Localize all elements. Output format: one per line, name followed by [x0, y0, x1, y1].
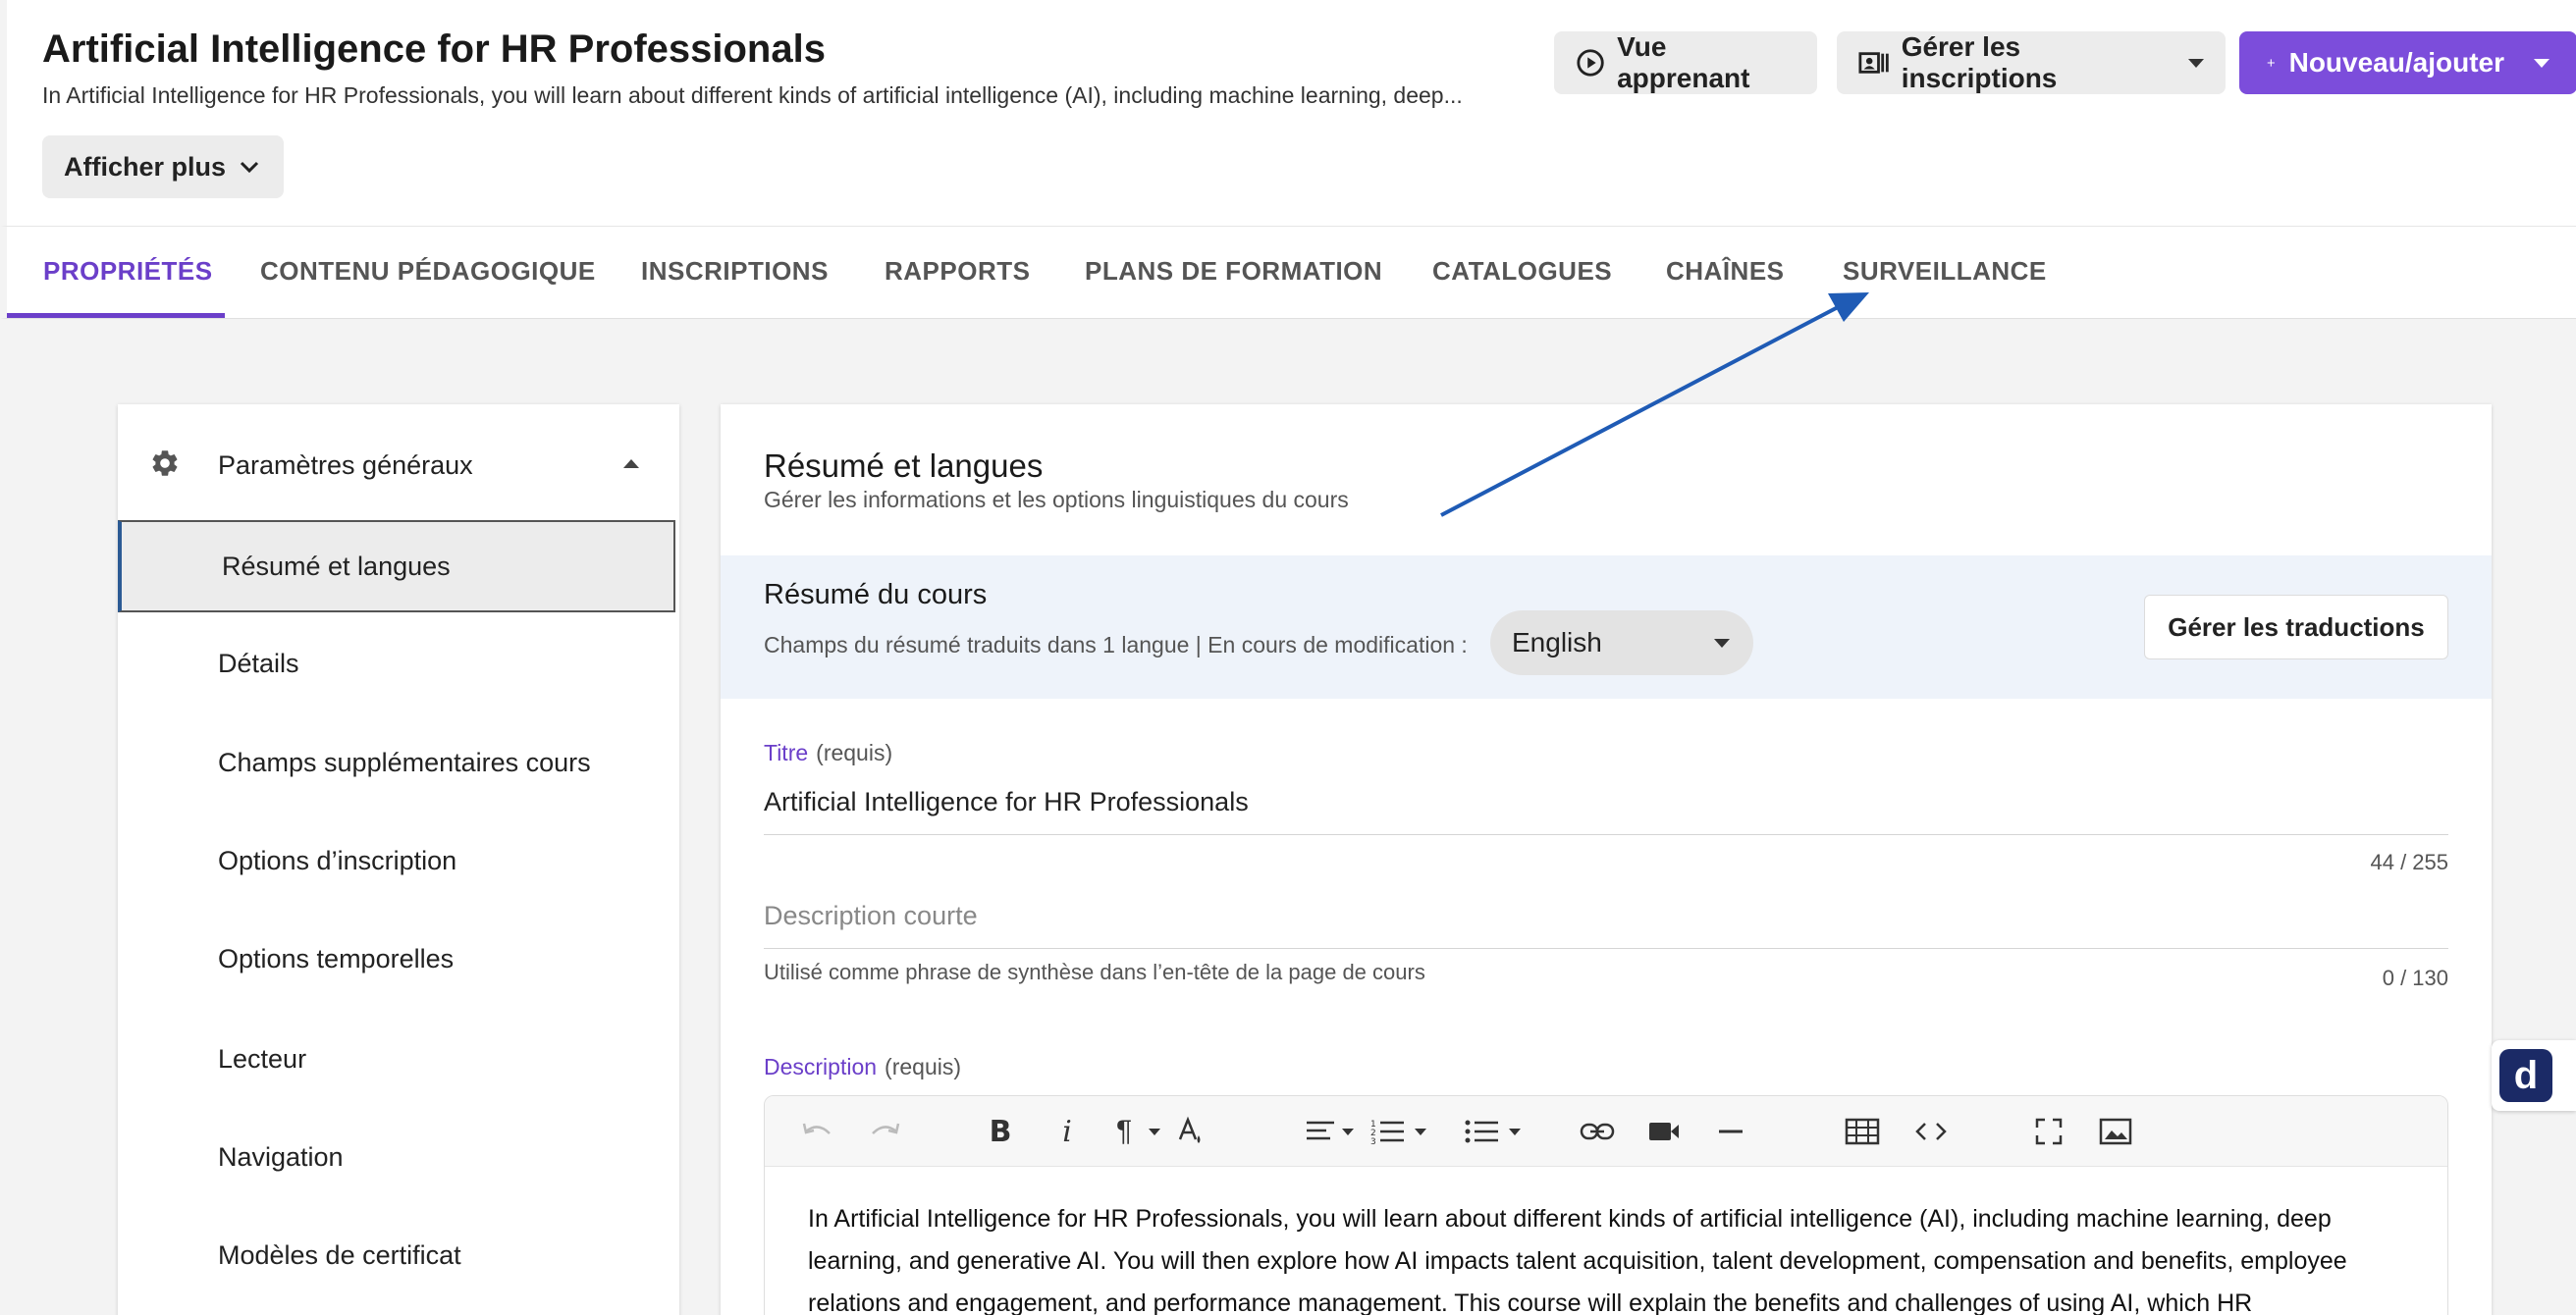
widget-logo[interactable]: d	[2499, 1049, 2552, 1102]
learner-view-label: Vue apprenant	[1617, 31, 1750, 93]
description-editor-content[interactable]: In Artificial Intelligence for HR Profes…	[808, 1198, 2418, 1315]
horizontal-rule-icon[interactable]	[1713, 1114, 1748, 1149]
new-add-button[interactable]: Nouveau/ajouter	[2239, 31, 2576, 94]
bold-icon[interactable]: B	[983, 1114, 1018, 1149]
sidebar-item-player[interactable]: Lecteur	[118, 1013, 679, 1105]
tab-learning-plans[interactable]: PLANS DE FORMATION	[1085, 256, 1382, 287]
sidebar-item-certificate-templates[interactable]: Modèles de certificat	[118, 1209, 679, 1301]
title-char-counter: 44 / 255	[2370, 850, 2448, 874]
title-input-underline	[764, 834, 2448, 835]
sidebar-item-time-options[interactable]: Options temporelles	[118, 913, 679, 1005]
gear-icon	[152, 450, 178, 476]
enrollment-icon	[1858, 52, 1889, 74]
summary-languages-panel: Résumé et langues Gérer les informations…	[721, 404, 2492, 1315]
chevron-down-icon	[240, 161, 259, 174]
learner-view-button[interactable]: Vue apprenant	[1554, 31, 1817, 94]
title-input[interactable]: Artificial Intelligence for HR Professio…	[764, 787, 1249, 817]
manage-translations-button[interactable]: Gérer les traductions	[2144, 595, 2448, 659]
tab-enrollments[interactable]: INSCRIPTIONS	[641, 256, 829, 287]
title-label-text: Titre	[764, 740, 809, 765]
sidebar-item-navigation[interactable]: Navigation	[118, 1111, 679, 1203]
language-select[interactable]: English	[1490, 610, 1753, 675]
description-label-text: Description	[764, 1054, 878, 1079]
general-settings-label: Paramètres généraux	[218, 450, 473, 480]
chevron-down-icon	[2534, 58, 2549, 68]
italic-icon[interactable]: i	[1049, 1114, 1085, 1149]
more-options-icon[interactable]: ⋮	[2566, 1058, 2576, 1092]
new-add-label: Nouveau/ajouter	[2288, 47, 2504, 78]
paragraph-icon[interactable]: ¶	[1106, 1114, 1142, 1149]
page-subtitle: In Artificial Intelligence for HR Profes…	[42, 82, 1463, 108]
plus-icon	[2267, 59, 2275, 67]
tab-properties[interactable]: PROPRIÉTÉS	[43, 256, 213, 287]
language-select-value: English	[1512, 627, 1602, 658]
tab-reports[interactable]: RAPPORTS	[885, 256, 1030, 287]
settings-sidebar: Paramètres généraux Résumé et langues Dé…	[118, 404, 679, 1315]
link-icon[interactable]	[1580, 1114, 1615, 1149]
tab-channels[interactable]: CHAÎNES	[1666, 256, 1785, 287]
editor-toolbar: B i ¶ 123	[765, 1096, 2447, 1167]
video-icon[interactable]	[1646, 1114, 1682, 1149]
chevron-down-icon	[1714, 639, 1730, 648]
chevron-down-icon	[1509, 1129, 1521, 1135]
sidebar-item-details[interactable]: Détails	[118, 617, 679, 710]
chevron-down-icon	[1149, 1129, 1160, 1135]
undo-icon[interactable]	[800, 1114, 835, 1149]
ordered-list-icon[interactable]: 123	[1369, 1114, 1405, 1149]
show-more-button[interactable]: Afficher plus	[42, 135, 284, 198]
table-icon[interactable]	[1845, 1114, 1880, 1149]
course-header: Artificial Intelligence for HR Professio…	[0, 0, 2576, 226]
required-marker: (requis)	[885, 1054, 962, 1079]
section-subtitle: Gérer les informations et les options li…	[764, 487, 1349, 512]
required-marker: (requis)	[816, 740, 893, 765]
course-summary-title: Résumé du cours	[764, 579, 988, 610]
general-settings-header[interactable]: Paramètres généraux	[118, 404, 679, 522]
fullscreen-icon[interactable]	[2031, 1114, 2066, 1149]
svg-text:3: 3	[1370, 1137, 1376, 1145]
tab-bar: PROPRIÉTÉS CONTENU PÉDAGOGIQUE INSCRIPTI…	[0, 226, 2576, 319]
sidebar-item-summary-languages[interactable]: Résumé et langues	[118, 520, 675, 612]
translation-status-text: Champs du résumé traduits dans 1 langue …	[764, 632, 1468, 658]
course-summary-band: Résumé du cours Champs du résumé traduit…	[721, 555, 2492, 699]
description-field-label: Description (requis)	[764, 1054, 961, 1080]
chevron-down-icon	[1415, 1129, 1426, 1135]
image-icon[interactable]	[2098, 1114, 2133, 1149]
code-icon[interactable]	[1913, 1114, 1949, 1149]
chevron-down-icon	[1342, 1129, 1354, 1135]
short-description-helper: Utilisé comme phrase de synthèse dans l’…	[764, 960, 1425, 984]
bullet-list-icon[interactable]	[1464, 1114, 1499, 1149]
play-circle-icon	[1577, 49, 1604, 77]
tab-monitoring[interactable]: SURVEILLANCE	[1843, 256, 2047, 287]
chevron-down-icon	[2188, 58, 2204, 68]
section-title: Résumé et langues	[764, 447, 1044, 484]
manage-enrollments-label: Gérer les inscriptions	[1901, 31, 2058, 93]
tab-catalogs[interactable]: CATALOGUES	[1432, 256, 1612, 287]
active-tab-indicator	[7, 313, 225, 318]
page-title: Artificial Intelligence for HR Professio…	[42, 27, 826, 71]
chevron-up-icon	[623, 459, 639, 468]
redo-icon[interactable]	[867, 1114, 902, 1149]
short-description-counter: 0 / 130	[2382, 966, 2448, 990]
short-description-input[interactable]: Description courte	[764, 901, 978, 931]
tab-content[interactable]: CONTENU PÉDAGOGIQUE	[260, 256, 596, 287]
show-more-label: Afficher plus	[64, 151, 227, 182]
manage-enrollments-button[interactable]: Gérer les inscriptions	[1837, 31, 2226, 94]
title-field-label: Titre (requis)	[764, 740, 892, 766]
align-icon[interactable]	[1303, 1114, 1338, 1149]
description-editor: B i ¶ 123 In Artificial Intelligence for…	[764, 1095, 2448, 1315]
text-color-icon[interactable]	[1173, 1114, 1208, 1149]
sidebar-item-enrollment-options[interactable]: Options d’inscription	[118, 815, 679, 907]
sidebar-item-additional-fields[interactable]: Champs supplémentaires cours	[118, 716, 679, 809]
short-description-underline	[764, 948, 2448, 949]
